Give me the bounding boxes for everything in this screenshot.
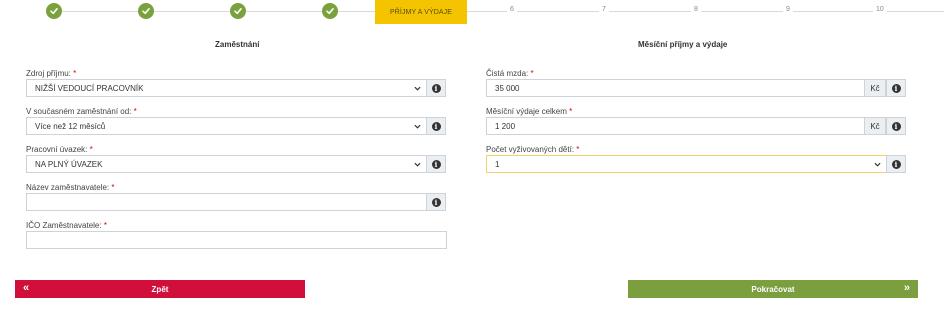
work-contract-label: Pracovní úvazek: * bbox=[26, 145, 93, 154]
income-source-select[interactable]: NIŽŠÍ VEDOUCÍ PRACOVNÍK bbox=[26, 79, 427, 97]
monthly-expenses-label: Měsíční výdaje celkem * bbox=[486, 107, 573, 116]
continue-button[interactable]: Pokračovat » bbox=[628, 280, 918, 298]
net-salary-label: Čistá mzda: * bbox=[486, 69, 534, 78]
info-icon: i bbox=[431, 121, 441, 131]
monthly-expenses-info-button[interactable]: i bbox=[886, 117, 906, 135]
employer-name-info-button[interactable]: i bbox=[426, 193, 446, 211]
step-6: 6 bbox=[507, 6, 517, 13]
check-icon bbox=[142, 8, 150, 15]
info-icon: i bbox=[891, 121, 901, 131]
monthly-expenses-value: 1 200 bbox=[495, 121, 516, 131]
work-contract-value: NA PLNÝ ÚVAZEK bbox=[35, 159, 103, 169]
double-chevron-left-icon: « bbox=[23, 282, 30, 294]
employment-since-select[interactable]: Více než 12 měsíců bbox=[26, 117, 427, 135]
step-7: 7 bbox=[599, 6, 609, 13]
step-10: 10 bbox=[873, 6, 887, 13]
chevron-down-icon bbox=[874, 162, 881, 167]
chevron-down-icon bbox=[414, 162, 421, 167]
net-salary-currency: Kč bbox=[864, 79, 886, 97]
back-button[interactable]: « Zpět bbox=[15, 280, 305, 298]
children-count-label: Počet vyživovaných dětí: * bbox=[486, 145, 580, 154]
back-button-label: Zpět bbox=[151, 284, 169, 294]
income-source-value: NIŽŠÍ VEDOUCÍ PRACOVNÍK bbox=[35, 83, 144, 93]
info-icon: i bbox=[431, 159, 441, 169]
double-chevron-right-icon: » bbox=[903, 282, 910, 294]
progress-stepper: PŘÍJMY A VÝDAJE 6 7 8 9 10 bbox=[12, 0, 944, 24]
check-icon bbox=[326, 8, 334, 15]
children-count-value: 1 bbox=[495, 159, 500, 169]
info-icon: i bbox=[891, 83, 901, 93]
step-4-done[interactable] bbox=[322, 3, 338, 19]
step-9: 9 bbox=[783, 6, 793, 13]
continue-button-label: Pokračovat bbox=[751, 284, 795, 294]
income-source-info-button[interactable]: i bbox=[426, 79, 446, 97]
work-contract-info-button[interactable]: i bbox=[426, 155, 446, 173]
info-icon: i bbox=[431, 83, 441, 93]
employer-id-input[interactable] bbox=[26, 231, 447, 249]
step-3-done[interactable] bbox=[230, 3, 246, 19]
step-8: 8 bbox=[691, 6, 701, 13]
info-icon: i bbox=[891, 159, 901, 169]
employment-since-info-button[interactable]: i bbox=[426, 117, 446, 135]
step-2-done[interactable] bbox=[138, 3, 154, 19]
employment-since-label: V současném zaměstnání od: * bbox=[26, 107, 137, 116]
work-contract-select[interactable]: NA PLNÝ ÚVAZEK bbox=[26, 155, 427, 173]
employment-section-title: Zaměstnání bbox=[215, 40, 260, 49]
children-count-info-button[interactable]: i bbox=[886, 155, 906, 173]
check-icon bbox=[234, 8, 242, 15]
net-salary-value: 35 000 bbox=[495, 83, 520, 93]
employment-since-value: Více než 12 měsíců bbox=[35, 121, 106, 131]
monthly-expenses-input[interactable]: 1 200 bbox=[486, 117, 865, 135]
step-active: PŘÍJMY A VÝDAJE bbox=[375, 0, 467, 24]
monthly-section-title: Měsíční příjmy a výdaje bbox=[638, 40, 728, 49]
info-icon: i bbox=[431, 197, 441, 207]
employer-name-input[interactable] bbox=[26, 193, 427, 211]
check-icon bbox=[50, 8, 58, 15]
children-count-select[interactable]: 1 bbox=[486, 155, 887, 173]
net-salary-input[interactable]: 35 000 bbox=[486, 79, 865, 97]
net-salary-info-button[interactable]: i bbox=[886, 79, 906, 97]
stepper-line bbox=[52, 11, 944, 12]
income-source-label: Zdroj příjmu: * bbox=[26, 69, 77, 78]
employer-id-label: IČO Zaměstnavatele: * bbox=[26, 221, 107, 230]
employer-name-label: Název zaměstnavatele: * bbox=[26, 183, 115, 192]
monthly-expenses-currency: Kč bbox=[864, 117, 886, 135]
step-1-done[interactable] bbox=[46, 3, 62, 19]
chevron-down-icon bbox=[414, 86, 421, 91]
chevron-down-icon bbox=[414, 124, 421, 129]
